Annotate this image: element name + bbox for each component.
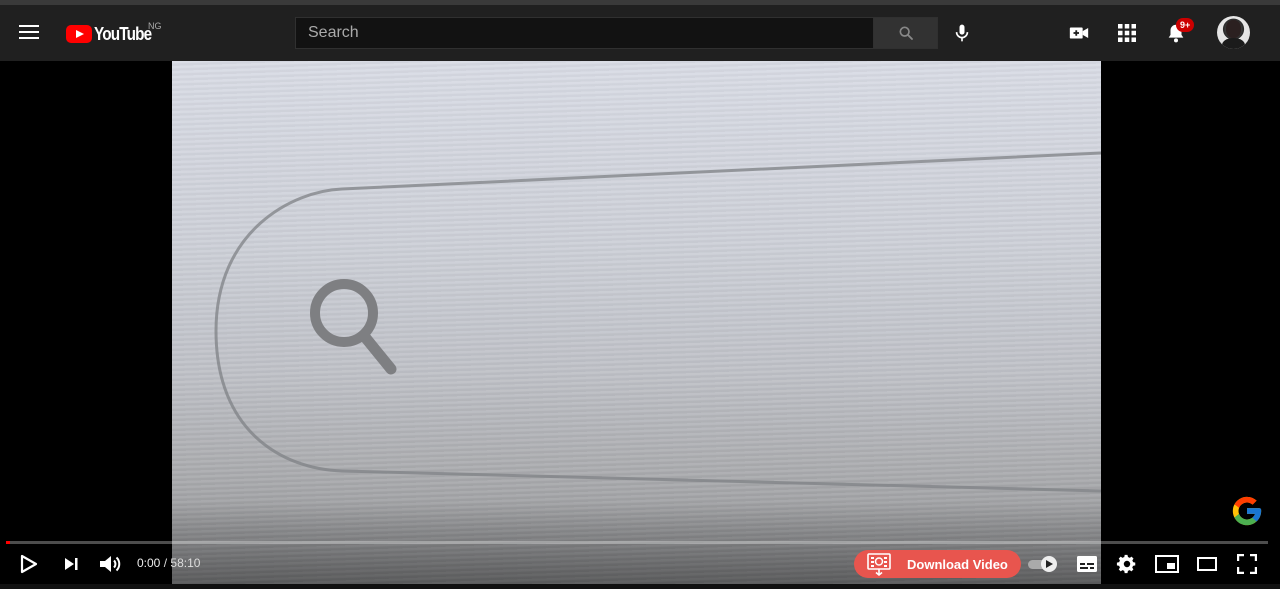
miniplayer-icon <box>1155 555 1179 573</box>
current-time: 0:00 <box>137 556 161 570</box>
gear-icon <box>1116 554 1136 574</box>
logo-text: YouTube <box>94 23 152 44</box>
play-icon <box>20 554 38 574</box>
magnifier-graphic-icon <box>310 279 397 375</box>
settings-button[interactable] <box>1108 545 1146 583</box>
fullscreen-icon <box>1237 554 1257 574</box>
country-code: NG <box>148 21 162 31</box>
masthead: YouTube NG 9+ <box>0 5 1280 61</box>
youtube-play-logo-icon <box>66 25 92 43</box>
next-icon <box>65 558 78 570</box>
player-controls: 0:00 / 58:10 Download Video <box>0 545 1280 584</box>
video-player[interactable] <box>0 61 1280 584</box>
download-video-icon <box>867 553 891 577</box>
subtitles-button[interactable] <box>1068 545 1106 583</box>
next-button[interactable] <box>52 545 90 583</box>
autoplay-knob <box>1041 556 1057 572</box>
search-button[interactable] <box>873 17 938 49</box>
apps-grid-icon <box>1118 24 1136 42</box>
volume-icon <box>100 556 121 572</box>
microphone-icon <box>955 24 969 42</box>
search-input[interactable] <box>295 17 874 49</box>
time-display: 0:00 / 58:10 <box>137 556 200 570</box>
apps-button[interactable] <box>1107 13 1147 53</box>
google-g-icon <box>1232 496 1262 526</box>
miniplayer-button[interactable] <box>1148 545 1186 583</box>
voice-search-button[interactable] <box>942 13 982 53</box>
theater-mode-button[interactable] <box>1188 545 1226 583</box>
play-button[interactable] <box>9 545 47 583</box>
autoplay-play-icon <box>1046 560 1053 568</box>
progress-bar[interactable] <box>6 541 1268 544</box>
search-icon <box>899 26 913 40</box>
mute-button[interactable] <box>91 545 129 583</box>
subtitles-icon <box>1077 556 1097 572</box>
autoplay-toggle[interactable] <box>1028 556 1058 572</box>
download-video-button[interactable]: Download Video <box>854 550 1021 578</box>
notification-badge: 9+ <box>1176 18 1195 32</box>
create-button[interactable] <box>1059 13 1099 53</box>
progress-played <box>6 541 10 544</box>
avatar[interactable] <box>1217 16 1250 49</box>
fullscreen-button[interactable] <box>1228 545 1266 583</box>
window-bottom-strip <box>0 584 1280 589</box>
time-separator: / <box>163 556 168 570</box>
duration: 58:10 <box>170 556 201 570</box>
create-video-icon <box>1069 27 1089 39</box>
menu-icon[interactable] <box>16 21 42 45</box>
theater-icon <box>1197 557 1217 571</box>
download-video-label: Download Video <box>907 556 1008 572</box>
